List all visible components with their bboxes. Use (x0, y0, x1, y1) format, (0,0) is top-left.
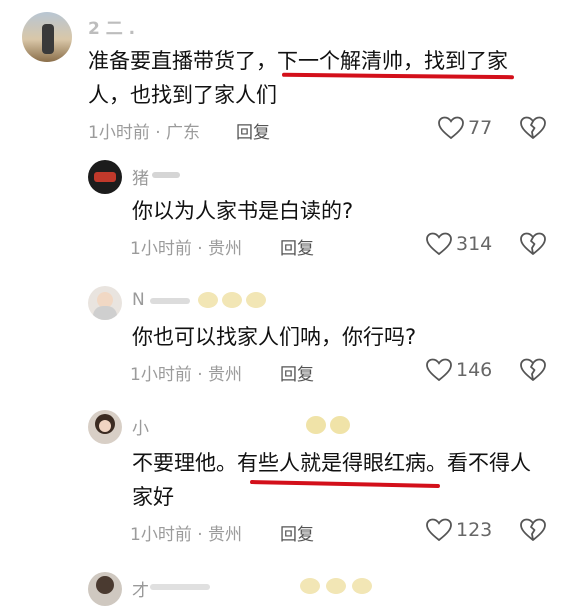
comment-text: 你以为人家书是白读的? (132, 199, 354, 223)
like-count: 77 (468, 117, 493, 139)
username-redacted (152, 172, 180, 178)
like-button[interactable]: 77 (438, 116, 492, 140)
comment-text-part: 找到了家 (424, 49, 508, 73)
username-redacted (150, 298, 190, 304)
broken-heart-icon[interactable] (520, 518, 546, 542)
comment-meta: 1小时前 · 广东 (88, 118, 200, 143)
avatar[interactable] (22, 12, 72, 62)
username[interactable]: 2 二 . (88, 14, 135, 39)
separator: · (197, 365, 203, 385)
comment-text-part: 人，也找到了家人们 (88, 83, 277, 107)
location: 广东 (166, 123, 201, 143)
comment-text-part: 家好 (132, 485, 174, 509)
location: 贵州 (208, 525, 243, 545)
heart-icon (426, 518, 452, 542)
emoji-icon (300, 578, 320, 594)
comment-text-part: ， (403, 49, 424, 73)
emoji-icon (222, 292, 242, 308)
like-button[interactable]: 314 (426, 232, 492, 256)
reply-button[interactable]: 回复 (280, 234, 314, 259)
time: 1小时前 (130, 365, 192, 385)
like-button[interactable]: 146 (426, 358, 492, 382)
like-count: 123 (456, 519, 493, 541)
time: 1小时前 (130, 239, 192, 259)
comment-text-part: 。看不得人 (426, 451, 531, 475)
comment-meta: 1小时前 · 贵州 (130, 360, 242, 385)
emoji-icon (306, 416, 326, 434)
comment-text-part: 有些人就是得眼红病 (237, 451, 426, 475)
username-redacted (150, 584, 210, 590)
like-button[interactable]: 123 (426, 518, 492, 542)
username[interactable]: 猪 (132, 164, 149, 189)
emoji-icon (246, 292, 266, 308)
comment-text-part: 不要理他。 (132, 451, 237, 475)
emoji-icon (352, 578, 372, 594)
location: 贵州 (208, 239, 243, 259)
reply-button[interactable]: 回复 (280, 360, 314, 385)
separator: · (197, 525, 203, 545)
heart-icon (426, 358, 452, 382)
like-count: 146 (456, 359, 493, 381)
comment-meta: 1小时前 · 贵州 (130, 234, 242, 259)
heart-icon (438, 116, 464, 140)
time: 1小时前 (88, 123, 150, 143)
separator: · (197, 239, 203, 259)
time: 1小时前 (130, 525, 192, 545)
like-count: 314 (456, 233, 493, 255)
comment-text-part: 下一个解清帅 (277, 49, 403, 73)
reply-button[interactable]: 回复 (280, 520, 314, 545)
username[interactable]: 小 (132, 414, 149, 439)
emoji-icon (326, 578, 346, 594)
avatar[interactable] (88, 410, 122, 444)
comment-text: 不要理他。有些人就是得眼红病。看不得人 家好 (132, 446, 552, 514)
emoji-icon (330, 416, 350, 434)
emoji-icon (198, 292, 218, 308)
broken-heart-icon[interactable] (520, 358, 546, 382)
avatar[interactable] (88, 286, 122, 320)
avatar[interactable] (88, 572, 122, 606)
reply-button[interactable]: 回复 (236, 118, 270, 143)
separator: · (155, 123, 161, 143)
comment-text-part: 准备要直播带货了， (88, 49, 277, 73)
username[interactable]: N (132, 290, 145, 310)
heart-icon (426, 232, 452, 256)
comment-text: 你也可以找家人们呐，你行吗? (132, 325, 417, 349)
location: 贵州 (208, 365, 243, 385)
avatar[interactable] (88, 160, 122, 194)
username[interactable]: 才 (132, 576, 149, 601)
comment-meta: 1小时前 · 贵州 (130, 520, 242, 545)
broken-heart-icon[interactable] (520, 116, 546, 140)
broken-heart-icon[interactable] (520, 232, 546, 256)
